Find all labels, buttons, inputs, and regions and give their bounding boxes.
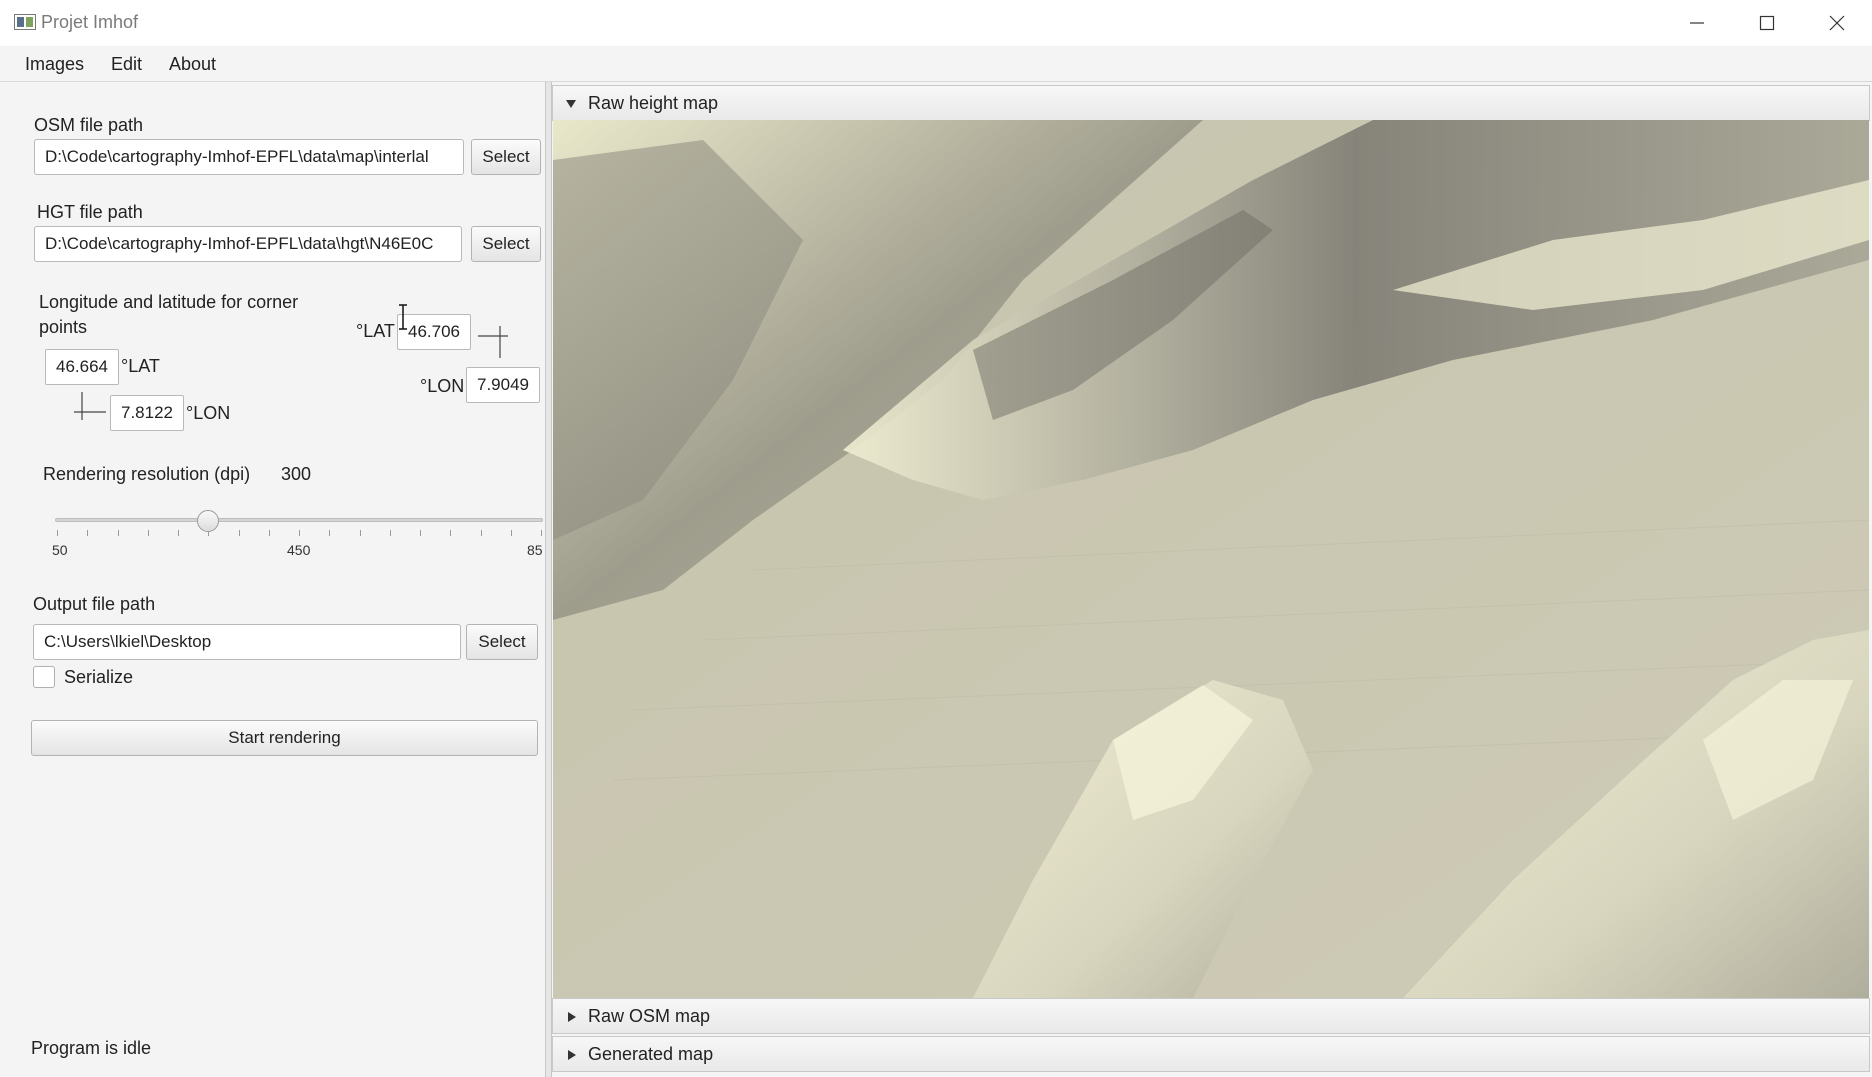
collapsed-arrow-icon (568, 1050, 576, 1060)
slider-tick (299, 530, 300, 536)
slider-tick (541, 530, 542, 536)
slider-tick (450, 530, 452, 536)
collapsed-arrow-icon (568, 1012, 576, 1022)
minimize-button[interactable] (1662, 0, 1732, 46)
minimize-icon (1690, 22, 1704, 24)
menu-bar: Images Edit About (0, 46, 1872, 82)
menu-edit[interactable]: Edit (111, 54, 142, 75)
bottom-left-lon-unit: °LON (186, 403, 231, 423)
text-cursor-icon (399, 304, 407, 330)
slider-tick (57, 530, 58, 536)
slider-tick (178, 530, 179, 536)
pane-title: Raw OSM map (588, 1006, 711, 1026)
bottom-left-lat-field[interactable]: 46.664 (45, 349, 119, 385)
hgt-file-label: HGT file path (37, 202, 143, 222)
slider-min-label: 50 (52, 542, 68, 558)
window-title: Projet Imhof (41, 12, 139, 32)
close-icon (1829, 15, 1845, 31)
corners-label: Longitude and latitude for corner (39, 292, 299, 312)
slider-mid-label: 450 (287, 542, 311, 558)
slider-tick (389, 530, 391, 536)
pane-title: Generated map (588, 1044, 714, 1064)
resolution-slider-track[interactable] (55, 518, 543, 522)
pane-header-raw-osm-map[interactable]: Raw OSM map (552, 998, 1870, 1034)
osm-select-button[interactable]: Select (471, 139, 541, 175)
raw-height-map-image (553, 120, 1869, 998)
slider-tick (147, 530, 149, 536)
pane-header-generated-map[interactable]: Generated map (552, 1036, 1870, 1072)
bottom-left-lon-field[interactable]: 7.8122 (110, 395, 184, 431)
slider-tick (87, 530, 89, 536)
top-right-lat-unit: °LAT (356, 321, 395, 341)
start-rendering-button[interactable]: Start rendering (31, 720, 538, 756)
bottom-left-corner-marker-icon (74, 392, 106, 420)
corners-label-line2: points (39, 317, 88, 337)
slider-max-label: 85 (527, 542, 543, 558)
slider-tick (268, 530, 270, 536)
pane-header-raw-height-map[interactable]: Raw height map (552, 85, 1870, 121)
status-text: Program is idle (31, 1038, 152, 1058)
top-right-lat-field[interactable]: 46.706 (397, 314, 471, 350)
serialize-checkbox[interactable] (33, 666, 55, 688)
output-select-button[interactable]: Select (466, 624, 538, 660)
top-right-lon-unit: °LON (420, 376, 465, 396)
app-icon (14, 14, 36, 30)
hgt-select-button[interactable]: Select (471, 226, 541, 262)
title-bar: Projet Imhof (0, 0, 1872, 46)
slider-tick (329, 530, 331, 536)
top-right-corner-marker-icon (478, 326, 508, 358)
hgt-file-path-field[interactable]: D:\Code\cartography-Imhof-EPFL\data\hgt\… (34, 226, 462, 262)
menu-about[interactable]: About (169, 54, 216, 75)
osm-file-path-field[interactable]: D:\Code\cartography-Imhof-EPFL\data\map\… (34, 139, 464, 175)
output-file-path-field[interactable]: C:\Users\lkiel\Desktop (33, 624, 461, 660)
slider-tick (510, 530, 512, 536)
menu-images[interactable]: Images (25, 54, 84, 75)
slider-tick (420, 530, 421, 536)
resolution-value: 300 (281, 464, 312, 484)
resolution-label: Rendering resolution (dpi) (43, 464, 251, 484)
osm-file-label: OSM file path (34, 115, 144, 135)
output-file-label: Output file path (33, 594, 156, 614)
top-right-lon-field[interactable]: 7.9049 (466, 367, 540, 403)
bottom-left-lat-unit: °LAT (121, 356, 160, 376)
close-button[interactable] (1802, 0, 1872, 46)
slider-tick (359, 530, 361, 536)
maximize-button[interactable] (1732, 0, 1802, 46)
slider-tick (117, 530, 119, 536)
maximize-icon (1759, 15, 1775, 31)
slider-tick (238, 530, 240, 536)
serialize-label: Serialize (64, 667, 134, 687)
pane-title: Raw height map (588, 93, 719, 113)
slider-tick (480, 530, 482, 536)
expanded-arrow-icon (566, 100, 576, 108)
